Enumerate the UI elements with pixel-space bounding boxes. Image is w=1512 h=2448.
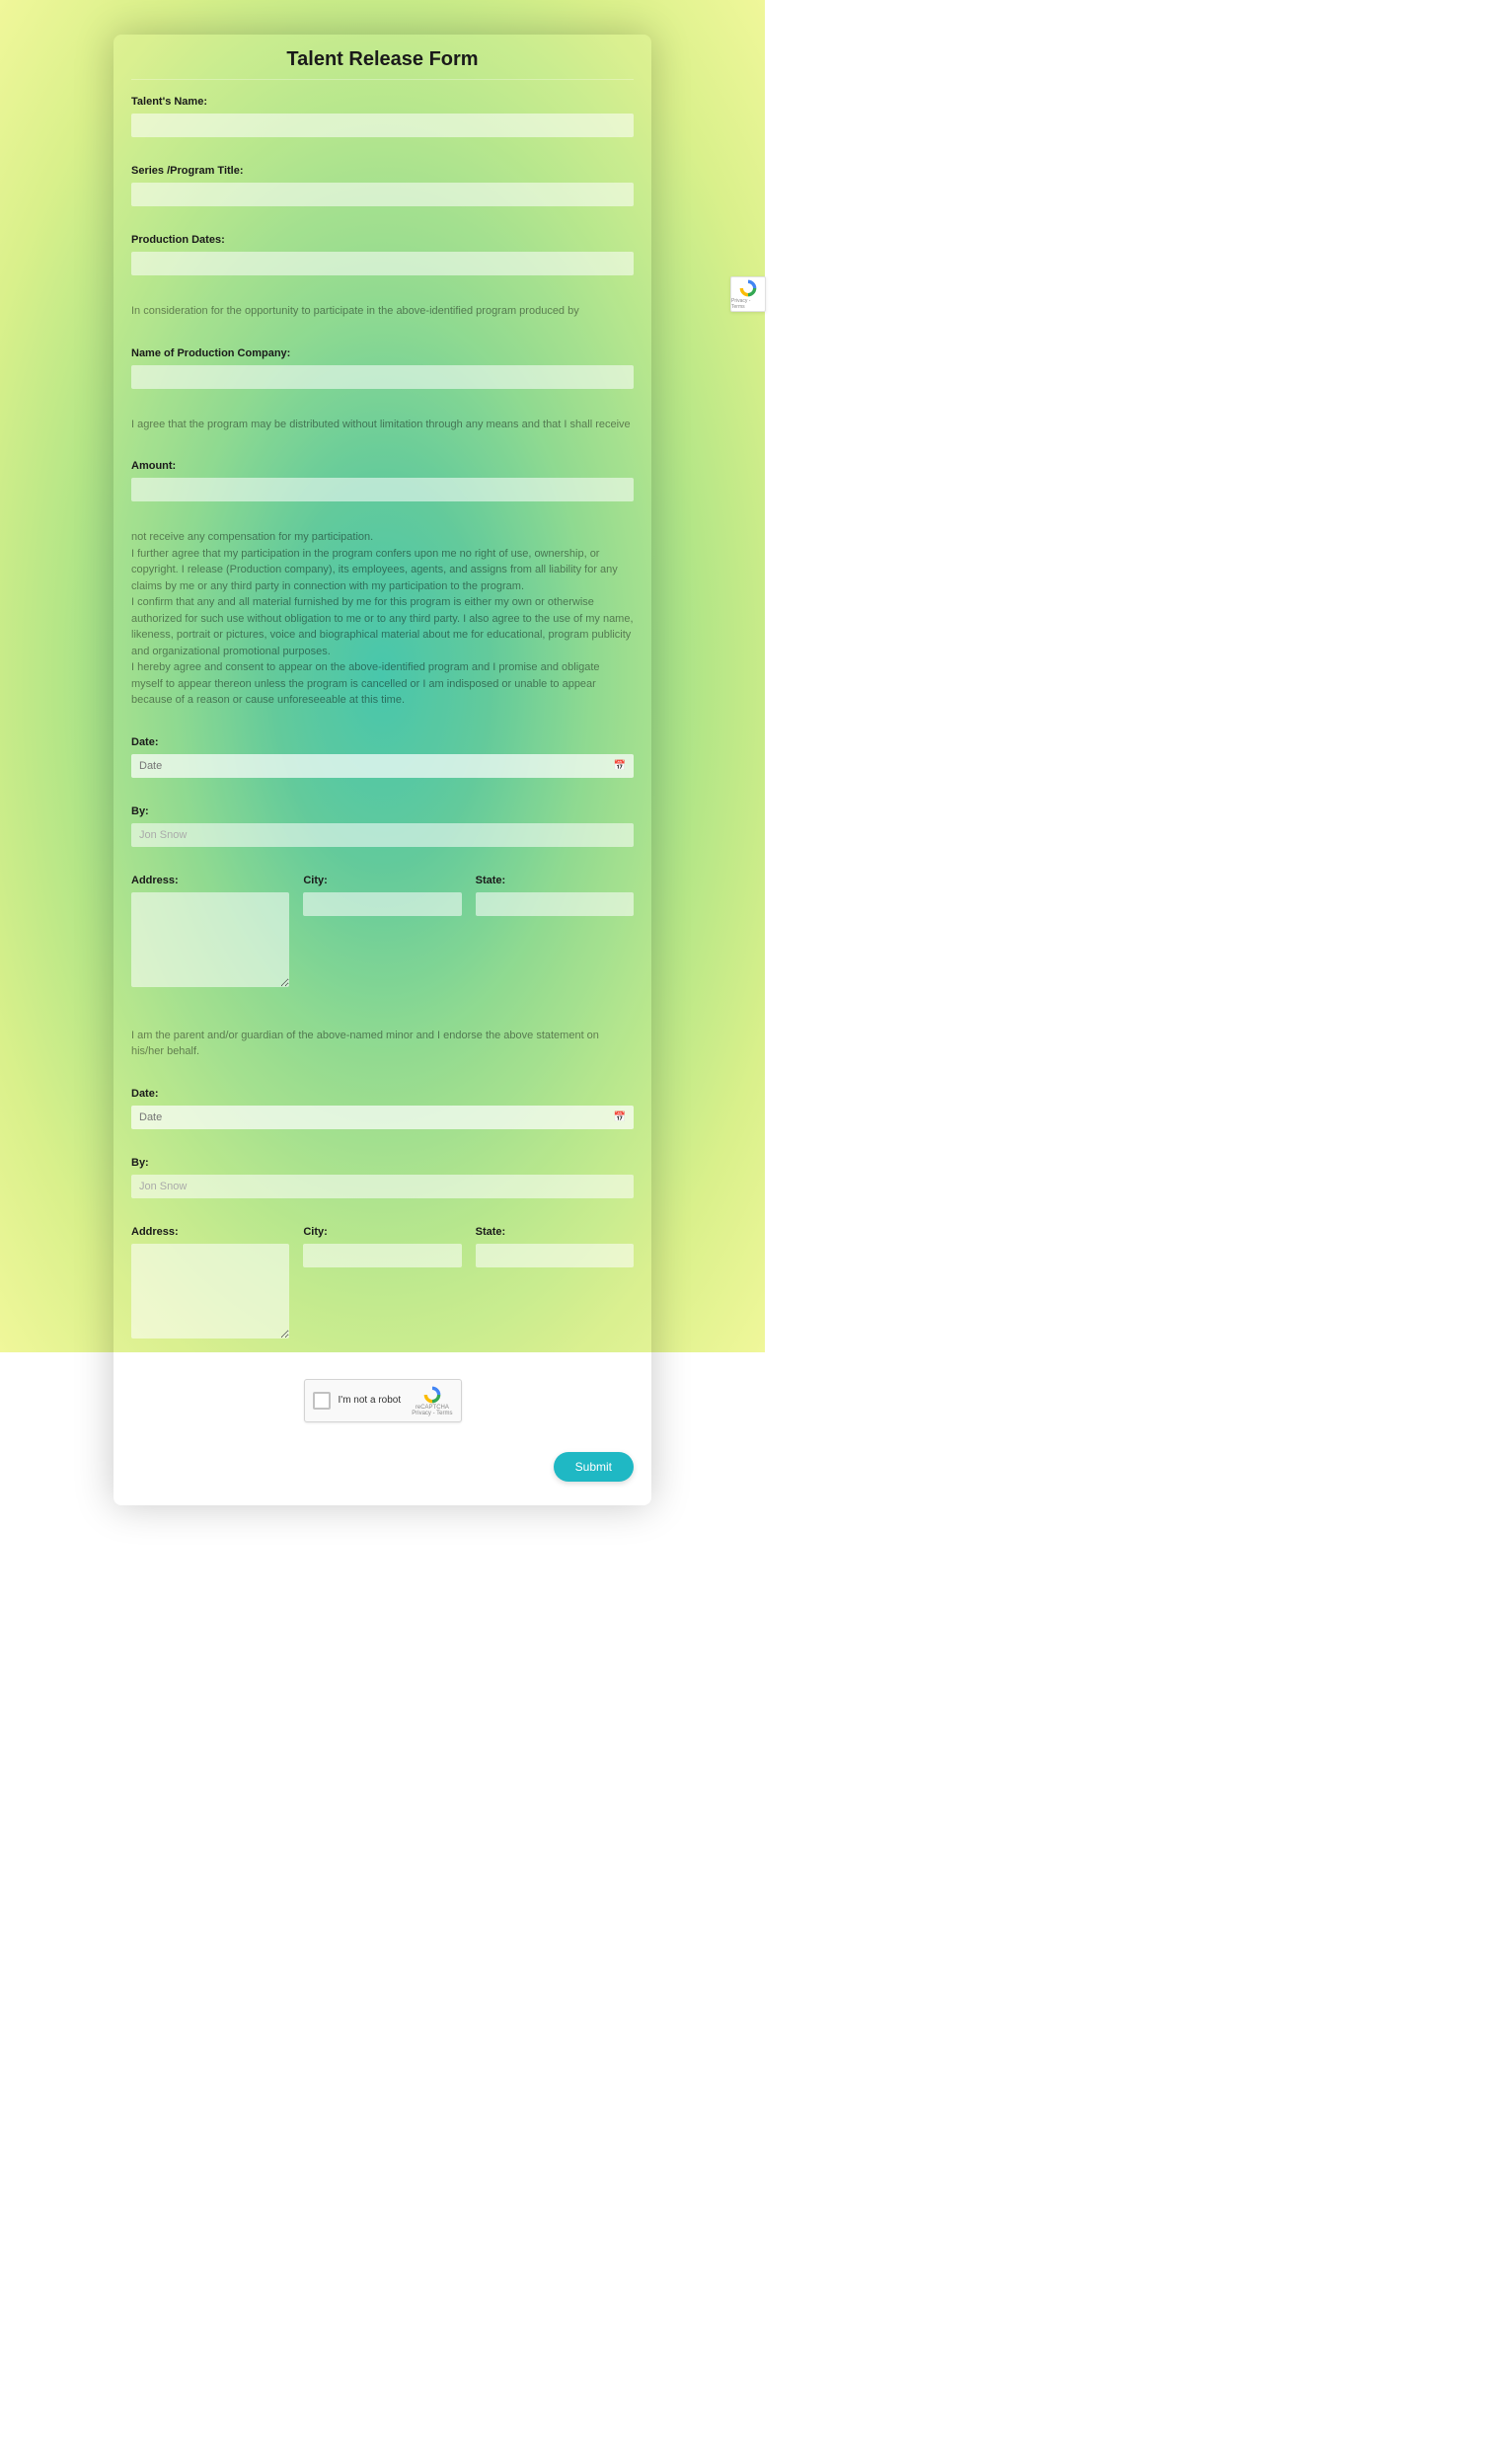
state2-input[interactable] bbox=[476, 1244, 634, 1267]
address1-label: Address: bbox=[131, 875, 289, 886]
amount-label: Amount: bbox=[131, 460, 634, 472]
paragraph-2: I agree that the program may be distribu… bbox=[131, 417, 634, 433]
by1-input[interactable] bbox=[131, 823, 634, 847]
recaptcha-icon bbox=[738, 278, 758, 298]
recaptcha-badge[interactable]: Privacy - Terms bbox=[730, 276, 766, 312]
address1-input[interactable] bbox=[131, 892, 289, 987]
state2-label: State: bbox=[476, 1226, 634, 1238]
amount-input[interactable] bbox=[131, 478, 634, 501]
date2-input[interactable] bbox=[131, 1106, 634, 1129]
date1-input[interactable] bbox=[131, 754, 634, 778]
submit-button[interactable]: Submit bbox=[554, 1452, 634, 1482]
production-dates-input[interactable] bbox=[131, 252, 634, 275]
state1-input[interactable] bbox=[476, 892, 634, 916]
recaptcha-logo: reCAPTCHA Privacy - Terms bbox=[412, 1385, 452, 1416]
form-card: Talent Release Form Talent's Name: Serie… bbox=[113, 35, 651, 1505]
series-title-input[interactable] bbox=[131, 183, 634, 206]
title-divider bbox=[131, 79, 634, 80]
paragraph-1: In consideration for the opportunity to … bbox=[131, 303, 634, 320]
series-title-label: Series /Program Title: bbox=[131, 165, 634, 177]
city2-label: City: bbox=[303, 1226, 461, 1238]
city1-input[interactable] bbox=[303, 892, 461, 916]
paragraph-guardian: I am the parent and/or guardian of the a… bbox=[131, 1028, 634, 1060]
by1-label: By: bbox=[131, 805, 634, 817]
by2-label: By: bbox=[131, 1157, 634, 1169]
by2-input[interactable] bbox=[131, 1175, 634, 1198]
address2-label: Address: bbox=[131, 1226, 289, 1238]
long-paragraph-block: not receive any compensation for my part… bbox=[131, 529, 634, 709]
recaptcha-label: I'm not a robot bbox=[339, 1395, 413, 1406]
company-input[interactable] bbox=[131, 365, 634, 389]
talents-name-label: Talent's Name: bbox=[131, 96, 634, 108]
address2-input[interactable] bbox=[131, 1244, 289, 1339]
recaptcha-checkbox[interactable] bbox=[313, 1392, 331, 1410]
state1-label: State: bbox=[476, 875, 634, 886]
city1-label: City: bbox=[303, 875, 461, 886]
date1-label: Date: bbox=[131, 736, 634, 748]
recaptcha-widget[interactable]: I'm not a robot reCAPTCHA Privacy - Term… bbox=[304, 1379, 462, 1422]
recaptcha-badge-text: Privacy - Terms bbox=[731, 298, 765, 310]
talents-name-input[interactable] bbox=[131, 114, 634, 137]
company-label: Name of Production Company: bbox=[131, 347, 634, 359]
city2-input[interactable] bbox=[303, 1244, 461, 1267]
date2-label: Date: bbox=[131, 1088, 634, 1100]
production-dates-label: Production Dates: bbox=[131, 234, 634, 246]
page-title: Talent Release Form bbox=[131, 48, 634, 79]
